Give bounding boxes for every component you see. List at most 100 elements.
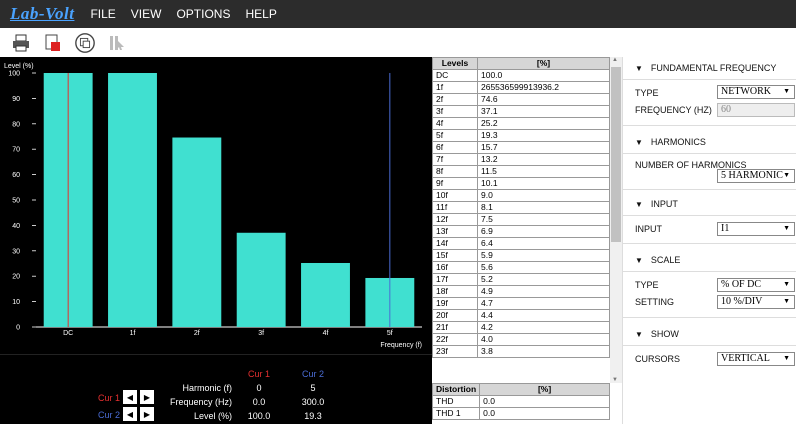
x-tick-label: 5f: [387, 330, 393, 337]
input-value: I1: [721, 223, 730, 234]
cursors-label: CURSORS: [635, 354, 681, 364]
harmonics-value: 5 HARMONIC: [721, 170, 783, 181]
levels-cell-percent: 5.2: [477, 273, 610, 286]
levels-row: 2f 74.6: [432, 93, 610, 106]
scrollbar-thumb[interactable]: [611, 67, 621, 242]
printer-icon[interactable]: [10, 32, 32, 54]
distortion-cell-percent: 0.0: [479, 395, 610, 408]
settings-panel: ▼ FUNDAMENTAL FREQUENCY TYPE NETWORK ▼ FRE…: [622, 57, 796, 424]
fundamental-section-header[interactable]: ▼ FUNDAMENTAL FREQUENCY: [623, 63, 796, 73]
export-icon[interactable]: [42, 32, 64, 54]
collapse-icon: ▼: [635, 64, 643, 73]
levels-row: 23f 3.8: [432, 345, 610, 358]
levels-cell-harmonic: 11f: [432, 201, 478, 214]
cursor-2-header: Cur 2: [301, 369, 324, 379]
levels-row: 7f 13.2: [432, 153, 610, 166]
scale-section-header[interactable]: ▼ SCALE: [623, 255, 796, 265]
cursors-select[interactable]: VERTICAL ▼: [717, 352, 795, 366]
levels-row: 21f 4.2: [432, 321, 610, 334]
levels-cell-harmonic: 22f: [432, 333, 478, 346]
screenshot-icon[interactable]: [74, 32, 96, 54]
chevron-down-icon: ▼: [783, 355, 790, 362]
harmonics-bar-chart: Level (%) Frequency (f) 0 10 20 30 40 50 60 70 8…: [0, 57, 432, 354]
setting-label: SETTING: [635, 297, 675, 307]
y-tick-label: 70: [12, 147, 20, 154]
distortion-cell-percent: 0.0: [479, 407, 610, 420]
levels-cell-percent: 5.9: [477, 249, 610, 262]
menu-file[interactable]: FILE: [90, 7, 115, 21]
levels-table-container[interactable]: Levels [%] DC 100.0 1f 265536599913936.2 2f 7…: [432, 57, 610, 383]
levels-cell-harmonic: 4f: [432, 117, 478, 130]
type-select[interactable]: NETWORK ▼: [717, 85, 795, 99]
menu-options[interactable]: OPTIONS: [176, 7, 230, 21]
levels-row: 22f 4.0: [432, 333, 610, 346]
scale-type-label: TYPE: [635, 280, 659, 290]
show-section-header[interactable]: ▼ SHOW: [623, 329, 796, 339]
menu-view[interactable]: VIEW: [131, 7, 162, 21]
input-section-header[interactable]: ▼ INPUT: [623, 199, 796, 209]
cursor-2-harmonic: 5: [310, 383, 316, 393]
levels-cell-percent: 4.4: [477, 309, 610, 322]
distortion-table-container: Distortion [%] THD 0.0 THD 1 0.0: [431, 383, 610, 424]
setting-select[interactable]: 10 %/DIV ▼: [717, 295, 795, 309]
app-window: Lab-Volt FILE VIEW OPTIONS HELP Level (%…: [0, 0, 796, 424]
collapse-icon: ▼: [635, 256, 643, 265]
percent-header: [%]: [477, 57, 610, 70]
levels-row: 10f 9.0: [432, 189, 610, 202]
levels-cell-harmonic: 6f: [432, 141, 478, 154]
cursor-1-harmonic: 0: [256, 383, 262, 393]
cursor-disabled-icon[interactable]: [106, 32, 128, 54]
scale-type-value: % OF DC: [721, 279, 762, 290]
levels-row: 13f 6.9: [432, 225, 610, 238]
levels-cell-harmonic: 3f: [432, 105, 478, 118]
frequency-field[interactable]: 60: [717, 103, 795, 117]
cursor-1-left-button[interactable]: ◀: [123, 390, 137, 404]
y-tick-label: 90: [12, 96, 20, 103]
levels-row: 19f 4.7: [432, 297, 610, 310]
levels-cell-harmonic: 8f: [432, 165, 478, 178]
levels-cell-percent: 100.0: [477, 69, 610, 82]
cursor-2-right-button[interactable]: ▶: [140, 407, 154, 421]
levels-cell-percent: 7.5: [477, 213, 610, 226]
scale-type-select[interactable]: % OF DC ▼: [717, 278, 795, 292]
cursor-2-left-button[interactable]: ◀: [123, 407, 137, 421]
levels-cell-harmonic: 1f: [432, 81, 478, 94]
levels-cell-harmonic: 10f: [432, 189, 478, 202]
levels-cell-harmonic: 15f: [432, 249, 478, 262]
levels-cell-percent: 4.7: [477, 297, 610, 310]
cursor-1-frequency: 0.0: [252, 397, 266, 407]
levels-cell-percent: 4.0: [477, 333, 610, 346]
levels-cell-harmonic: 7f: [432, 153, 478, 166]
levels-cell-percent: 4.2: [477, 321, 610, 334]
levels-row: DC 100.0: [432, 69, 610, 82]
levels-cell-harmonic: 23f: [432, 345, 478, 358]
levels-cell-percent: 37.1: [477, 105, 610, 118]
cursor-2-level: 19.3: [304, 411, 322, 421]
collapse-icon: ▼: [635, 330, 643, 339]
levels-cell-percent: 19.3: [477, 129, 610, 142]
harmonics-select[interactable]: 5 HARMONIC ▼: [717, 169, 795, 183]
levels-scrollbar[interactable]: ▲ ▼: [610, 57, 622, 383]
levels-cell-harmonic: 18f: [432, 285, 478, 298]
input-select[interactable]: I1 ▼: [717, 222, 795, 236]
harmonics-section-header[interactable]: ▼ HARMONICS: [623, 137, 796, 147]
bar-2f: [172, 137, 222, 327]
cursor-1-control-label: Cur 1: [97, 393, 120, 403]
x-tick-label: 3f: [258, 330, 264, 337]
y-tick-label: 50: [12, 198, 20, 205]
chevron-down-icon: ▼: [783, 225, 790, 232]
cursor-1-level: 100.0: [247, 411, 271, 421]
levels-header: Levels: [432, 57, 478, 70]
collapse-icon: ▼: [635, 138, 643, 147]
menu-help[interactable]: HELP: [245, 7, 276, 21]
levels-cell-harmonic: 5f: [432, 129, 478, 142]
x-tick-label: DC: [63, 330, 73, 337]
y-tick-label: 40: [12, 223, 20, 230]
cursor-1-right-button[interactable]: ▶: [140, 390, 154, 404]
levels-row: 8f 11.5: [432, 165, 610, 178]
levels-cell-percent: 11.5: [477, 165, 610, 178]
levels-cell-harmonic: 9f: [432, 177, 478, 190]
y-tick-label: 10: [12, 299, 20, 306]
harmonics-title: HARMONICS: [650, 137, 706, 147]
levels-cell-percent: 265536599913936.2: [477, 81, 610, 94]
